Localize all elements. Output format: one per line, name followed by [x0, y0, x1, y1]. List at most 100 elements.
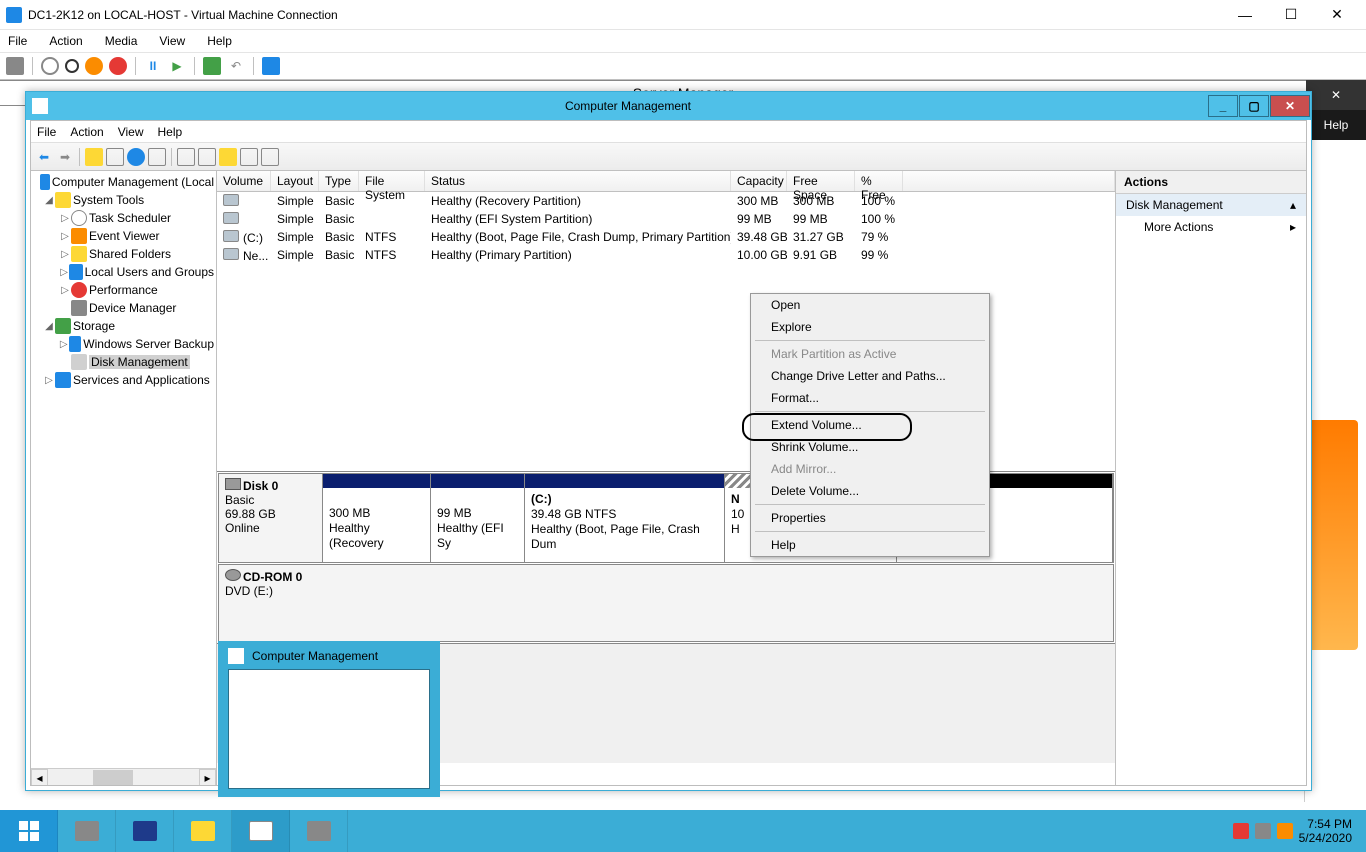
col-filesystem[interactable]: File System [359, 171, 425, 191]
sm-close-x[interactable]: ✕ [1331, 88, 1341, 102]
tree-root[interactable]: Computer Management (Local [33, 173, 214, 191]
tb-icon-4[interactable] [261, 148, 279, 166]
nav-tree[interactable]: Computer Management (Local ◢System Tools… [31, 171, 217, 785]
tree-horizontal-scrollbar[interactable]: ◂ ▸ [31, 768, 216, 785]
ctx-properties[interactable]: Properties [751, 507, 989, 529]
cm-menu-help[interactable]: Help [158, 125, 183, 139]
tree-disk-management[interactable]: Disk Management [33, 353, 214, 371]
cm-menu-view[interactable]: View [118, 125, 144, 139]
checkpoint-button[interactable] [203, 57, 221, 75]
scroll-left-button[interactable]: ◂ [31, 769, 48, 785]
tree-performance[interactable]: ▷Performance [33, 281, 214, 299]
pause-button[interactable]: II [144, 57, 162, 75]
tb-app-5[interactable] [290, 810, 348, 852]
ctx-open[interactable]: Open [751, 294, 989, 316]
volume-row[interactable]: SimpleBasicHealthy (Recovery Partition)3… [217, 192, 1115, 210]
tb-explorer[interactable] [174, 810, 232, 852]
tb-server-manager[interactable] [58, 810, 116, 852]
start-button[interactable] [0, 810, 58, 852]
thumb-image[interactable] [228, 669, 430, 789]
close-button[interactable]: ✕ [1314, 0, 1360, 30]
tree-device-manager[interactable]: Device Manager [33, 299, 214, 317]
tree-system-tools[interactable]: ◢System Tools [33, 191, 214, 209]
ctx-help[interactable]: Help [751, 534, 989, 556]
menu-action[interactable]: Action [45, 32, 86, 50]
shutdown-button[interactable] [85, 57, 103, 75]
turnoff-button[interactable] [65, 59, 79, 73]
start-button[interactable] [41, 57, 59, 75]
col-volume[interactable]: Volume [217, 171, 271, 191]
help-button[interactable] [127, 148, 145, 166]
reset-button[interactable] [109, 57, 127, 75]
partition-recovery[interactable]: 300 MBHealthy (Recovery [323, 474, 431, 562]
col-status[interactable]: Status [425, 171, 731, 191]
tree-task-scheduler[interactable]: ▷Task Scheduler [33, 209, 214, 227]
sm-close-strip[interactable]: ✕ [1306, 80, 1366, 110]
ctx-format[interactable]: Format... [751, 387, 989, 409]
volume-row[interactable]: Ne...SimpleBasicNTFSHealthy (Primary Par… [217, 246, 1115, 264]
refresh-button[interactable] [177, 148, 195, 166]
maximize-button[interactable]: ☐ [1268, 0, 1314, 30]
cm-minimize-button[interactable]: _ [1208, 95, 1238, 117]
tree-server-backup[interactable]: ▷Windows Server Backup [33, 335, 214, 353]
menu-media[interactable]: Media [101, 32, 142, 50]
actions-more[interactable]: More Actions▸ [1116, 216, 1306, 238]
cdrom-info[interactable]: CD-ROM 0 DVD (E:) [219, 565, 1113, 641]
tree-storage[interactable]: ◢Storage [33, 317, 214, 335]
forward-button[interactable]: ➡ [56, 148, 74, 166]
tree-local-users[interactable]: ▷Local Users and Groups [33, 263, 214, 281]
tb-icon-1[interactable] [198, 148, 216, 166]
resume-button[interactable]: ▶ [168, 57, 186, 75]
volume-row[interactable]: (C:)SimpleBasicNTFSHealthy (Boot, Page F… [217, 228, 1115, 246]
hyperv-menubar[interactable]: File Action Media View Help [0, 30, 1366, 52]
tree-services-apps[interactable]: ▷Services and Applications [33, 371, 214, 389]
minimize-button[interactable]: — [1222, 0, 1268, 30]
tb-icon-3[interactable] [240, 148, 258, 166]
tray-network-icon[interactable] [1255, 823, 1271, 839]
tree-shared-folders[interactable]: ▷Shared Folders [33, 245, 214, 263]
tree-event-viewer[interactable]: ▷Event Viewer [33, 227, 214, 245]
col-layout[interactable]: Layout [271, 171, 319, 191]
ctx-shrink-volume[interactable]: Shrink Volume... [751, 436, 989, 458]
tray-sound-icon[interactable] [1277, 823, 1293, 839]
tb-powershell[interactable] [116, 810, 174, 852]
cm-menubar[interactable]: File Action View Help [31, 121, 1306, 143]
ctx-delete-volume[interactable]: Delete Volume... [751, 480, 989, 502]
menu-file[interactable]: File [4, 32, 31, 50]
actions-disk-management[interactable]: Disk Management▴ [1116, 194, 1306, 216]
col-capacity[interactable]: Capacity [731, 171, 787, 191]
ctx-extend-volume[interactable]: Extend Volume... [751, 414, 989, 436]
disk-0-info[interactable]: Disk 0 Basic 69.88 GB Online [219, 474, 323, 562]
enhanced-session-button[interactable] [262, 57, 280, 75]
tb-computer-management[interactable] [232, 810, 290, 852]
menu-help[interactable]: Help [203, 32, 236, 50]
menu-view[interactable]: View [155, 32, 189, 50]
tray-flag-icon[interactable] [1233, 823, 1249, 839]
sm-help[interactable]: Help [1324, 118, 1349, 132]
tb-icon-2[interactable] [219, 148, 237, 166]
ctrl-alt-del-button[interactable] [6, 57, 24, 75]
properties-button[interactable] [148, 148, 166, 166]
volume-header-row[interactable]: Volume Layout Type File System Status Ca… [217, 171, 1115, 192]
cm-maximize-button[interactable]: ▢ [1239, 95, 1269, 117]
scroll-right-button[interactable]: ▸ [199, 769, 216, 785]
taskbar-thumbnail[interactable]: Computer Management [218, 641, 440, 797]
cm-titlebar[interactable]: Computer Management _ ▢ ✕ [26, 92, 1311, 120]
up-button[interactable] [85, 148, 103, 166]
partition-c[interactable]: (C:)39.48 GB NTFSHealthy (Boot, Page Fil… [525, 474, 725, 562]
cdrom-row[interactable]: CD-ROM 0 DVD (E:) [218, 564, 1114, 642]
revert-button[interactable]: ↶ [227, 57, 245, 75]
context-menu[interactable]: Open Explore Mark Partition as Active Ch… [750, 293, 990, 557]
cm-close-button[interactable]: ✕ [1270, 95, 1310, 117]
partition-efi[interactable]: 99 MBHealthy (EFI Sy [431, 474, 525, 562]
back-button[interactable]: ⬅ [35, 148, 53, 166]
system-tray[interactable]: 7:54 PM 5/24/2020 [1227, 810, 1366, 852]
show-hide-tree-button[interactable] [106, 148, 124, 166]
scroll-thumb[interactable] [93, 770, 133, 785]
col-type[interactable]: Type [319, 171, 359, 191]
cm-menu-file[interactable]: File [37, 125, 56, 139]
tray-clock[interactable]: 7:54 PM 5/24/2020 [1299, 817, 1360, 845]
cm-menu-action[interactable]: Action [70, 125, 103, 139]
col-pctfree[interactable]: % Free [855, 171, 903, 191]
volume-row[interactable]: SimpleBasicHealthy (EFI System Partition… [217, 210, 1115, 228]
